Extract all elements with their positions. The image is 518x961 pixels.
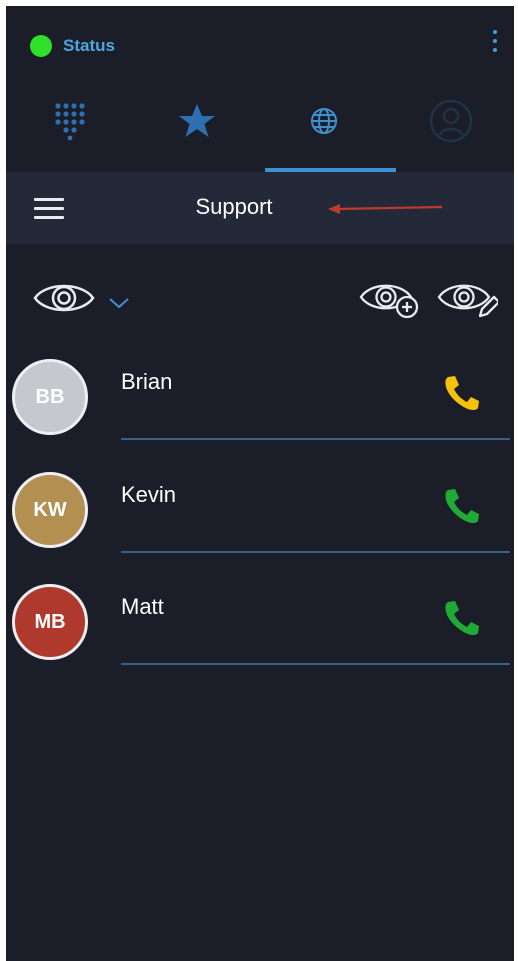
contact-row[interactable]: MB Matt bbox=[6, 584, 514, 696]
contact-row[interactable]: KW Kevin bbox=[6, 472, 514, 584]
contact-name: Kevin bbox=[121, 482, 177, 507]
globe-icon bbox=[310, 108, 337, 134]
avatar: BB bbox=[12, 359, 88, 435]
avatar: KW bbox=[12, 472, 88, 548]
status-indicator[interactable] bbox=[30, 35, 52, 57]
status-label[interactable]: Status bbox=[63, 36, 115, 56]
tab-profile[interactable] bbox=[387, 86, 514, 172]
dialpad-icon bbox=[54, 103, 85, 141]
more-options-icon[interactable] bbox=[490, 30, 500, 62]
row-divider bbox=[121, 551, 510, 553]
row-divider bbox=[121, 663, 510, 665]
app-screen: Status Support BB Brian KW Kevin MB Matt bbox=[6, 6, 514, 961]
avatar: MB bbox=[12, 584, 88, 660]
phone-icon[interactable] bbox=[442, 486, 482, 526]
tab-dialpad[interactable] bbox=[6, 86, 133, 172]
row-divider bbox=[121, 438, 510, 440]
chevron-down-icon[interactable] bbox=[108, 296, 130, 310]
contact-name: Matt bbox=[121, 594, 164, 619]
tab-favorites[interactable] bbox=[133, 86, 260, 172]
eye-edit-icon[interactable] bbox=[436, 278, 498, 320]
eye-icon[interactable] bbox=[32, 278, 96, 318]
tab-directory[interactable] bbox=[260, 86, 387, 172]
contact-name: Brian bbox=[121, 369, 173, 394]
contact-row[interactable]: BB Brian bbox=[6, 359, 514, 471]
person-icon bbox=[429, 99, 472, 143]
eye-add-icon[interactable] bbox=[358, 278, 420, 320]
star-icon bbox=[178, 104, 215, 137]
tab-bar bbox=[6, 86, 514, 172]
phone-icon[interactable] bbox=[442, 373, 482, 413]
status-bar: Status bbox=[6, 6, 514, 86]
view-toolbar bbox=[6, 244, 514, 344]
phone-icon[interactable] bbox=[442, 598, 482, 638]
annotation-arrow bbox=[328, 204, 443, 214]
